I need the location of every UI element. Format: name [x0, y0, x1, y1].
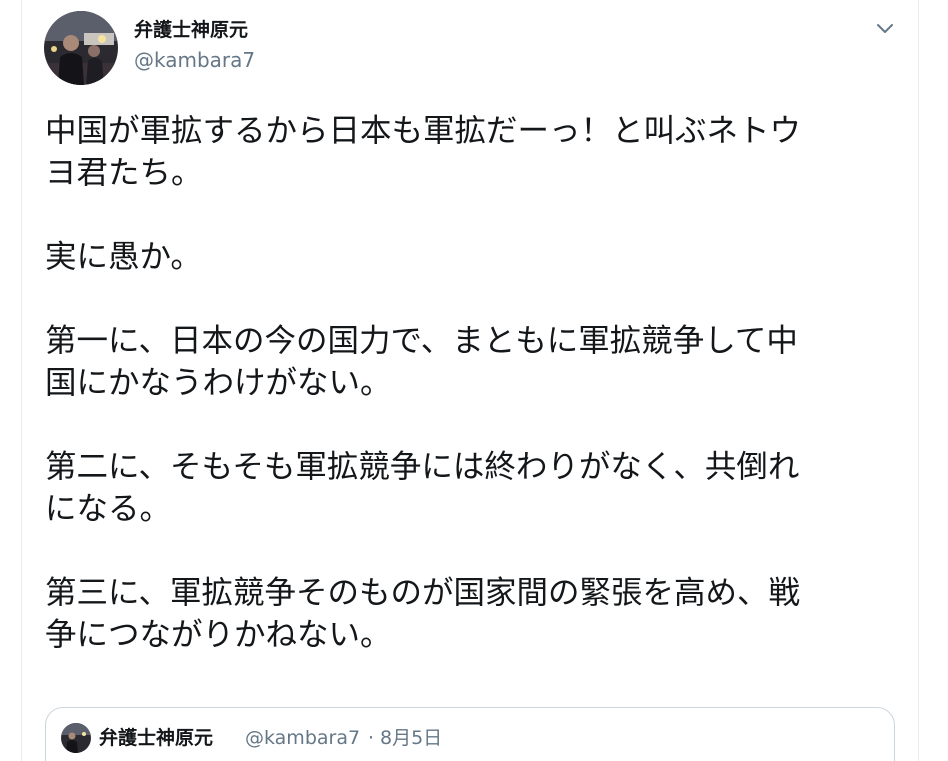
tweet-line: 国にかなうわけがない。 [45, 365, 392, 401]
tweet-line: 中国が軍拡するから日本も軍拡だーっ！と叫ぶネトウ [45, 113, 802, 149]
user-avatar-photo-icon [61, 723, 91, 753]
quoted-author-avatar [61, 723, 91, 753]
quoted-author-handle: @kambara7 [245, 727, 361, 749]
tweet-menu-button[interactable] [872, 16, 898, 42]
quoted-tweet-card[interactable]: 弁護士神原元 @kambara7 · 8月5日 [45, 707, 895, 761]
quoted-author-display-name: 弁護士神原元 [99, 727, 214, 749]
timeline-border-right [918, 0, 919, 761]
tweet-line: 第一に、日本の今の国力で、まともに軍拡競争して中 [45, 323, 798, 359]
tweet-paragraph: 中国が軍拡するから日本も軍拡だーっ！と叫ぶネトウ ヨ君たち。 [45, 110, 895, 194]
quoted-date[interactable]: 8月5日 [380, 725, 442, 751]
tweet-paragraph: 第二に、そもそも軍拡競争には終わりがなく、共倒れ になる。 [45, 446, 895, 530]
user-avatar-photo-icon [44, 11, 118, 85]
tweet-line: 実に愚か。 [45, 239, 202, 275]
tweet-line: ヨ君たち。 [45, 155, 203, 191]
tweet-paragraph: 第三に、軍拡競争そのものが国家間の緊張を高め、戦 争につながりかねない。 [45, 572, 895, 656]
tweet-text: 中国が軍拡するから日本も軍拡だーっ！と叫ぶネトウ ヨ君たち。 実に愚か。 第一に… [45, 110, 895, 698]
tweet-line: 争につながりかねない。 [45, 617, 392, 653]
chevron-down-icon [877, 24, 893, 33]
tweet-paragraph: 実に愚か。 [45, 236, 895, 278]
author-avatar[interactable] [44, 11, 118, 85]
quoted-separator: · [368, 727, 375, 749]
timeline-border-left [21, 0, 22, 761]
tweet-line: 第二に、そもそも軍拡競争には終わりがなく、共倒れ [45, 449, 800, 485]
author-display-name[interactable]: 弁護士神原元 [134, 18, 248, 42]
tweet-line: になる。 [45, 491, 172, 527]
tweet-line: 第三に、軍拡競争そのものが国家間の緊張を高め、戦 [45, 575, 801, 611]
author-handle[interactable]: @kambara7 [134, 48, 255, 72]
tweet-paragraph: 第一に、日本の今の国力で、まともに軍拡競争して中 国にかなうわけがない。 [45, 320, 895, 404]
tweet-page: 弁護士神原元 @kambara7 中国が軍拡するから日本も軍拡だーっ！と叫ぶネト… [0, 0, 948, 761]
